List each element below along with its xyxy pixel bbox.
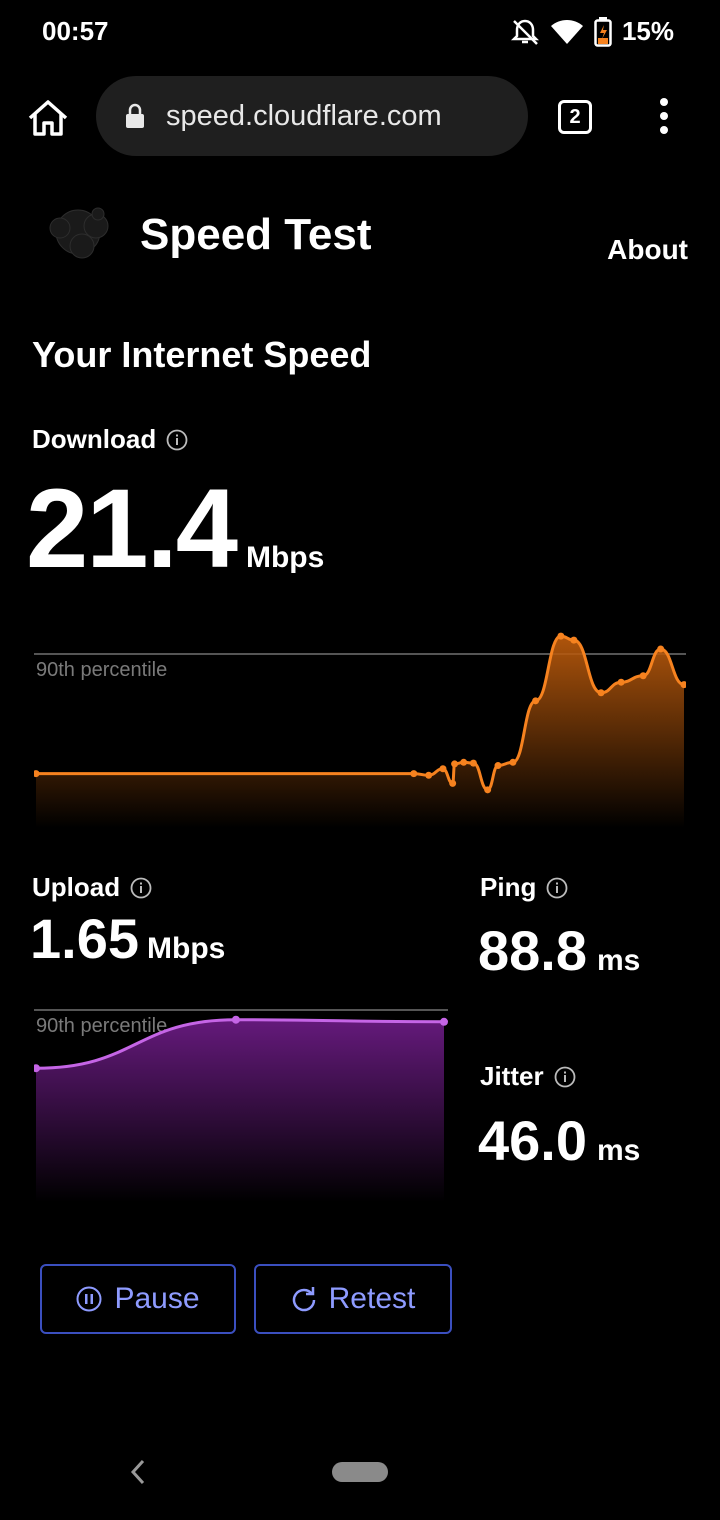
upload-label: Upload — [32, 872, 121, 902]
upload-percentile-label: 90th percentile — [36, 1015, 167, 1037]
download-data-point — [657, 645, 665, 653]
download-data-point — [469, 759, 477, 767]
ping-unit: ms — [597, 944, 641, 977]
upload-data-point — [440, 1017, 448, 1026]
info-icon[interactable] — [546, 877, 568, 899]
download-data-point — [557, 632, 565, 640]
info-icon[interactable] — [130, 877, 152, 899]
download-label-row: Download — [32, 424, 188, 455]
download-unit: Mbps — [245, 541, 325, 574]
home-nav-pill[interactable] — [332, 1462, 388, 1482]
download-data-point — [439, 765, 447, 773]
ping-value-row: 88.8 ms — [478, 918, 640, 983]
download-data-point — [410, 770, 418, 778]
download-data-point — [449, 779, 457, 787]
download-data-point — [617, 678, 625, 686]
download-data-point — [639, 672, 647, 680]
jitter-value-row: 46.0 ms — [478, 1108, 640, 1173]
jitter-value: 46.0 — [478, 1109, 587, 1172]
pause-button[interactable]: Pause — [40, 1264, 236, 1334]
download-value-row: 21.4 Mbps — [26, 464, 324, 593]
battery-percent: 15% — [621, 16, 674, 46]
upload-unit: Mbps — [147, 932, 226, 965]
refresh-icon — [292, 1287, 315, 1312]
ping-label-row: Ping — [480, 872, 568, 903]
battery-icon — [594, 16, 612, 47]
download-data-point — [460, 758, 468, 766]
info-icon[interactable] — [554, 1066, 576, 1088]
pause-label: Pause — [114, 1282, 200, 1315]
upload-data-point — [231, 1015, 240, 1024]
page-title: Speed Test — [140, 210, 372, 259]
download-value: 21.4 — [26, 466, 238, 591]
download-data-point — [532, 697, 540, 705]
retest-button[interactable]: Retest — [254, 1264, 452, 1334]
tab-switcher-button[interactable]: 2 — [558, 100, 592, 134]
upload-series-area — [36, 1019, 444, 1202]
jitter-unit: ms — [597, 1134, 641, 1167]
download-data-point — [425, 771, 433, 779]
status-icons: 15% — [510, 16, 674, 47]
download-label: Download — [32, 424, 157, 454]
download-data-point — [509, 758, 517, 766]
site-logo — [49, 207, 109, 259]
download-data-point — [597, 689, 605, 697]
about-link[interactable]: About — [607, 234, 688, 266]
download-data-point — [570, 636, 578, 644]
ping-value: 88.8 — [478, 919, 587, 982]
lock-icon — [126, 103, 144, 128]
retest-label: Retest — [328, 1282, 416, 1315]
notifications-off-icon — [510, 19, 539, 45]
upload-value: 1.65 — [30, 907, 139, 970]
download-data-point — [494, 762, 502, 770]
download-data-point — [451, 760, 459, 768]
pause-icon — [76, 1286, 102, 1312]
wifi-icon — [550, 19, 583, 44]
address-bar[interactable]: speed.cloudflare.com — [96, 76, 528, 156]
overflow-menu-icon[interactable] — [654, 98, 674, 138]
info-icon[interactable] — [166, 429, 188, 451]
jitter-label: Jitter — [480, 1061, 544, 1091]
upload-value-row: 1.65 Mbps — [30, 906, 225, 971]
section-title: Your Internet Speed — [32, 334, 372, 375]
url-text: speed.cloudflare.com — [166, 99, 442, 132]
jitter-label-row: Jitter — [480, 1061, 576, 1092]
upload-chart: 90th percentile — [34, 1009, 448, 1202]
status-time: 00:57 — [42, 16, 109, 46]
home-icon[interactable] — [26, 96, 70, 140]
download-chart: 90th percentile — [34, 632, 686, 828]
download-data-point — [484, 786, 492, 794]
ping-label: Ping — [480, 872, 537, 902]
upload-label-row: Upload — [32, 872, 152, 903]
back-nav-icon[interactable] — [128, 1458, 148, 1486]
download-percentile-label: 90th percentile — [36, 659, 167, 681]
